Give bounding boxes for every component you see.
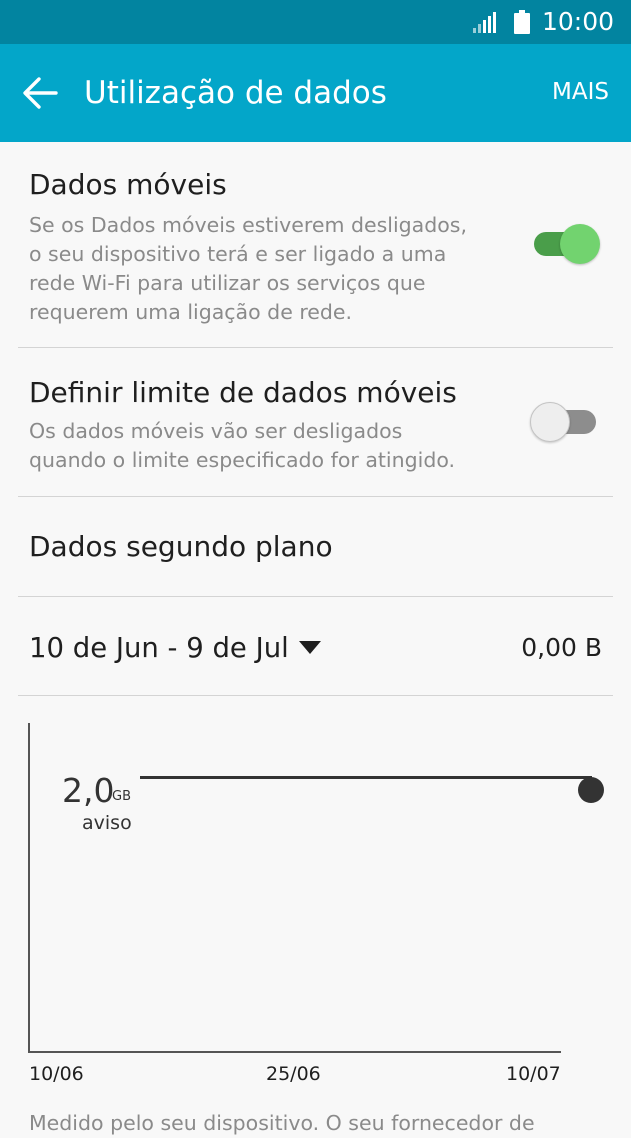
mobile-data-title: Dados móveis	[29, 168, 227, 201]
app-bar: Utilização de dados MAIS	[0, 44, 631, 142]
more-button[interactable]: MAIS	[552, 76, 609, 108]
x-tick-start: 10/06	[29, 1063, 84, 1085]
page-title: Utilização de dados	[84, 75, 387, 111]
footer-note: Medido pelo seu dispositivo. O seu forne…	[29, 1111, 535, 1135]
battery-icon	[514, 10, 530, 34]
caret-down-icon	[298, 640, 321, 654]
usage-cycle-label: 10 de Jun - 9 de Jul	[29, 632, 289, 664]
data-limit-row[interactable]: Definir limite de dados móveis Os dados …	[0, 348, 631, 496]
data-limit-switch[interactable]	[530, 402, 600, 442]
arrow-left-icon[interactable]	[22, 76, 58, 110]
warning-limit-line[interactable]	[140, 776, 592, 779]
mobile-data-row[interactable]: Dados móveis Se os Dados móveis estivere…	[0, 142, 631, 348]
mobile-data-description: Se os Dados móveis estiverem desligados,…	[29, 213, 467, 324]
chart-y-axis	[28, 723, 30, 1053]
warning-limit-unit: GB	[112, 789, 131, 804]
status-time: 10:00	[542, 7, 615, 36]
chart-x-axis	[28, 1051, 561, 1053]
data-limit-title: Definir limite de dados móveis	[29, 376, 457, 409]
x-tick-middle: 25/06	[266, 1063, 321, 1085]
warning-limit-value: 2,0	[62, 771, 115, 810]
divider	[18, 695, 613, 696]
background-data-row[interactable]: Dados segundo plano	[0, 497, 631, 596]
usage-cycle-dropdown[interactable]: 10 de Jun - 9 de Jul	[29, 630, 321, 666]
usage-total: 0,00 B	[521, 633, 602, 662]
status-bar: 10:00	[0, 0, 631, 44]
mobile-data-switch[interactable]	[530, 224, 600, 264]
signal-icon	[473, 12, 496, 33]
background-data-title: Dados segundo plano	[29, 530, 333, 563]
divider	[18, 596, 613, 597]
warning-limit-handle[interactable]	[578, 777, 604, 803]
data-limit-description: Os dados móveis vão ser desligados quand…	[29, 419, 456, 472]
warning-limit-label: aviso	[82, 812, 132, 834]
x-tick-end: 10/07	[506, 1063, 561, 1085]
